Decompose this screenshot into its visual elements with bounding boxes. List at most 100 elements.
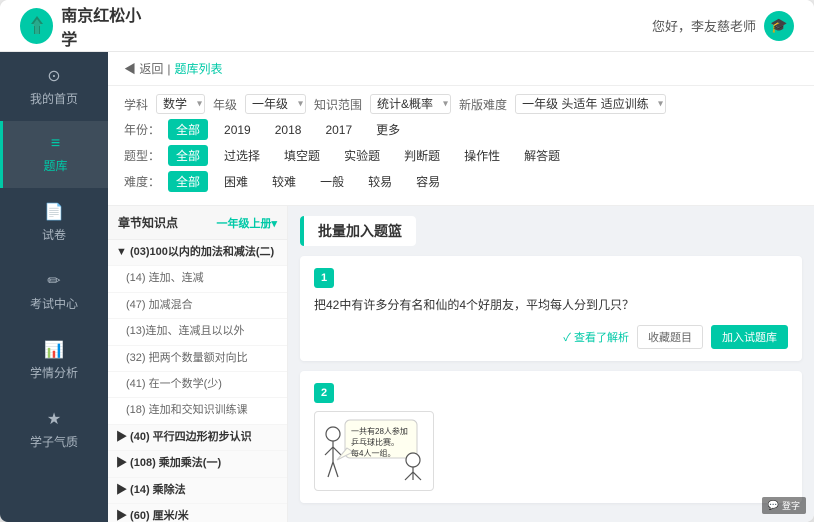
tree-item-child-3[interactable]: (13)连加、连减且以以外 [108,319,287,345]
grade-filter-small[interactable]: 一年级上册▾ [216,215,277,231]
year-tag-2018[interactable]: 2018 [267,121,310,139]
diff-tag-5[interactable]: 容易 [408,171,448,192]
content-area: ◀ 返回 | 题库列表 学科 数学 年级 一年级 [108,52,814,522]
tree-item-parent-3[interactable]: ▶ (108) 乘加乘法(一) [108,451,287,477]
tree-item-parent-2[interactable]: ▶ (40) 平行四边形初步认识 [108,425,287,451]
sidebar-item-student[interactable]: ★ 学子气质 [0,395,108,464]
year-tag-2019[interactable]: 2019 [216,121,259,139]
student-icon: ★ [47,409,61,429]
difficulty-label: 难度： [124,173,160,190]
subject-select[interactable]: 数学 [156,94,205,114]
year-label: 年份： [124,121,160,138]
year-tag-2017[interactable]: 2017 [317,121,360,139]
edition-select[interactable]: 一年级 头适年 适应训练 [515,94,666,114]
question-card-2: 2 [300,371,802,503]
source-tag-6[interactable]: 解答题 [516,145,568,166]
sidebar: ⊙ 我的首页 ≡ 题库 📄 试卷 ✏ 考试中心 📊 学情分析 ★ 学子气质 [0,52,108,522]
collect-btn[interactable]: 收藏题目 [637,325,703,349]
subject-label: 学科 [124,96,148,113]
questions-icon: ≡ [51,135,60,153]
tree-item-parent-4[interactable]: ▶ (14) 乘除法 [108,478,287,504]
question-image-area: 一共有28人参加 乒乓球比赛。 每4人一组。 [314,411,788,491]
tree-item-child-6[interactable]: (18) 连加和交知识训练课 [108,398,287,424]
question-number-1: 1 [314,268,334,288]
svg-text:一共有28人参加: 一共有28人参加 [351,426,408,436]
range-label: 知识范围 [314,96,362,113]
greeting-text: 您好，李友慈老师 [652,16,756,35]
expand-answer-btn[interactable]: ✓ 查看了解析 [563,329,629,345]
filter-area: 学科 数学 年级 一年级 知识范围 [108,86,814,206]
svg-text:每4人一组。: 每4人一组。 [351,448,395,458]
left-panel-title: 章节知识点 [118,214,178,231]
sidebar-label-exam: 考试中心 [30,295,78,312]
edition-label: 新版难度 [459,96,507,113]
grade-select[interactable]: 一年级 [245,94,306,114]
breadcrumb-back[interactable]: ◀ 返回 [124,60,163,77]
school-name: 南京红松小学 [61,2,150,50]
exam-icon: ✏ [47,271,60,291]
diff-tag-1[interactable]: 困难 [216,171,256,192]
source-tag-4[interactable]: 判断题 [396,145,448,166]
diff-tag-3[interactable]: 一般 [312,171,352,192]
breadcrumb-current: 题库列表 [174,60,222,77]
source-tag-3[interactable]: 实验题 [336,145,388,166]
left-panel-header: 章节知识点 一年级上册▾ [108,206,287,240]
breadcrumb-sep: | [167,62,170,76]
source-tag-1[interactable]: 过选择 [216,145,268,166]
sidebar-label-analysis: 学情分析 [30,364,78,381]
svg-text:乒乓球比赛。: 乒乓球比赛。 [351,437,399,447]
sidebar-item-papers[interactable]: 📄 试卷 [0,188,108,257]
question-text-1: 把42中有许多分有名和仙的4个好朋友，平均每人分到几只？ [314,296,788,315]
wechat-badge: 💬 登字 [762,497,806,514]
tree-item-parent-1[interactable]: ▼ (03)100以内的加法和减法(二) [108,240,287,266]
logo-icon [20,8,53,44]
year-tag-all[interactable]: 全部 [168,119,208,140]
top-bar: 南京红松小学 您好，李友慈老师 🎓 [0,0,814,52]
app-container: 南京红松小学 您好，李友慈老师 🎓 ⊙ 我的首页 ≡ 题库 📄 试卷 ✏ 考 [0,0,814,522]
sidebar-label-questions: 题库 [43,157,67,174]
question-card-1: 1 把42中有许多分有名和仙的4个好朋友，平均每人分到几只？ ✓ 查看了解析 收… [300,256,802,361]
source-tag-all[interactable]: 全部 [168,145,208,166]
source-tag-5[interactable]: 操作性 [456,145,508,166]
range-select-wrapper: 统计&概率 [370,94,451,114]
sidebar-label-home: 我的首页 [30,90,78,107]
add-to-basket-btn[interactable]: 加入试题库 [711,325,788,349]
sidebar-item-home[interactable]: ⊙ 我的首页 [0,52,108,121]
source-tag-2[interactable]: 填空题 [276,145,328,166]
sidebar-label-student: 学子气质 [30,433,78,450]
right-panel: 批量加入题篮 1 把42中有许多分有名和仙的4个好朋友，平均每人分到几只？ ✓ … [288,206,814,522]
top-bar-right: 您好，李友慈老师 🎓 [652,11,794,41]
tree-item-child-4[interactable]: (32) 把两个数量额对向比 [108,346,287,372]
range-select[interactable]: 统计&概率 [370,94,451,114]
sidebar-item-exam[interactable]: ✏ 考试中心 [0,257,108,326]
question-actions-1: ✓ 查看了解析 收藏题目 加入试题库 [314,325,788,349]
analysis-icon: 📊 [44,340,64,360]
diff-tag-4[interactable]: 较易 [360,171,400,192]
diff-tag-all[interactable]: 全部 [168,171,208,192]
home-icon: ⊙ [47,66,60,86]
grade-select-wrapper: 一年级 [245,94,306,114]
tree-item-child-2[interactable]: (47) 加减混合 [108,293,287,319]
wechat-label: 登字 [782,499,800,512]
source-label: 题型： [124,147,160,164]
tree-item-child-1[interactable]: (14) 连加、连减 [108,266,287,292]
subject-select-wrapper: 数学 [156,94,205,114]
main-layout: ⊙ 我的首页 ≡ 题库 📄 试卷 ✏ 考试中心 📊 学情分析 ★ 学子气质 [0,52,814,522]
sidebar-item-analysis[interactable]: 📊 学情分析 [0,326,108,395]
grade-label: 年级 [213,96,237,113]
edition-select-wrapper: 一年级 头适年 适应训练 [515,94,666,114]
panel-title: 批量加入题篮 [300,216,416,246]
wechat-icon: 💬 [768,500,779,511]
sidebar-item-questions[interactable]: ≡ 题库 [0,121,108,188]
filter-row-3: 题型： 全部 过选择 填空题 实验题 判断题 操作性 解答题 [124,145,798,166]
filter-row-4: 难度： 全部 困难 较难 一般 较易 容易 [124,171,798,192]
teacher-avatar: 🎓 [764,11,794,41]
logo-area: 南京红松小学 [20,2,150,50]
right-panel-header: 批量加入题篮 [300,216,802,246]
year-tag-more[interactable]: 更多 [368,119,408,140]
filter-row-2: 年份： 全部 2019 2018 2017 更多 [124,119,798,140]
diff-tag-2[interactable]: 较难 [264,171,304,192]
tree-item-child-5[interactable]: (41) 在一个数学(少) [108,372,287,398]
tree-item-parent-5[interactable]: ▶ (60) 厘米/米 [108,504,287,522]
body-split: 章节知识点 一年级上册▾ ▼ (03)100以内的加法和减法(二) (14) 连… [108,206,814,522]
